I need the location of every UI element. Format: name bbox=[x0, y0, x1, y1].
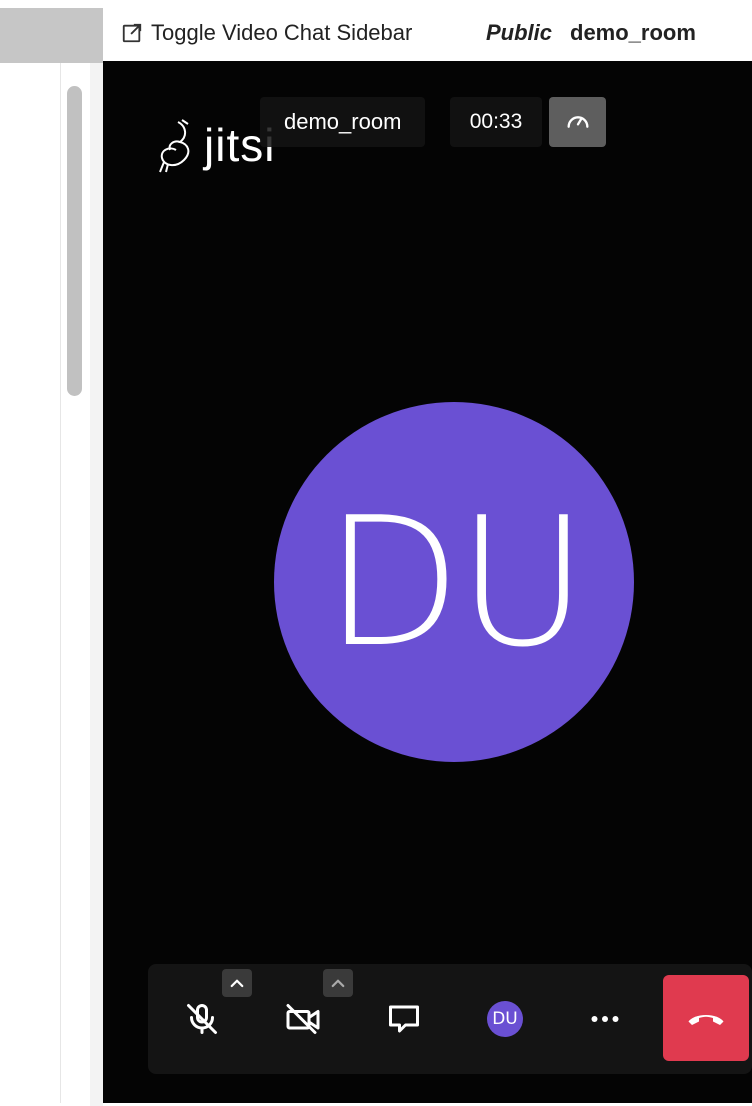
room-privacy-label: Public bbox=[486, 20, 553, 45]
leave-meeting-button[interactable] bbox=[663, 975, 749, 1061]
external-link-icon bbox=[122, 23, 142, 43]
conference-toolbar: DU bbox=[148, 964, 752, 1074]
participant-initials: DU bbox=[324, 478, 587, 686]
subject-name: demo_room bbox=[284, 109, 402, 134]
jitsi-logo-icon bbox=[159, 119, 190, 173]
room-name: demo_room bbox=[570, 20, 696, 45]
video-conference: jitsi demo_room 00:33 DU DU bbox=[103, 61, 752, 1103]
camera-button[interactable] bbox=[273, 986, 333, 1052]
participant-avatar: DU bbox=[274, 402, 634, 762]
more-actions-button[interactable] bbox=[575, 986, 635, 1052]
timer-value: 00:33 bbox=[469, 110, 523, 133]
conference-subject: demo_room bbox=[260, 97, 426, 147]
scrollbar-thumb[interactable] bbox=[67, 86, 82, 396]
jitsi-logo: jitsi bbox=[158, 116, 275, 174]
left-divider-line bbox=[60, 63, 61, 1103]
mic-muted-icon bbox=[187, 1004, 217, 1034]
participants-button[interactable]: DU bbox=[475, 986, 535, 1052]
panel-divider[interactable] bbox=[90, 63, 103, 1106]
chat-icon bbox=[389, 1005, 419, 1033]
avatar-initials: DU bbox=[492, 1009, 518, 1029]
left-panel-header bbox=[0, 8, 103, 63]
chat-button[interactable] bbox=[374, 986, 434, 1052]
left-panel bbox=[0, 0, 103, 1106]
hangup-icon bbox=[688, 1014, 724, 1025]
more-icon bbox=[591, 1016, 619, 1022]
toggle-video-chat-sidebar-button[interactable]: Toggle Video Chat Sidebar bbox=[121, 20, 412, 46]
camera-off-icon bbox=[286, 1004, 320, 1034]
video-chat-topbar: Toggle Video Chat Sidebar Public demo_ro… bbox=[103, 0, 752, 62]
microphone-button[interactable] bbox=[172, 986, 232, 1052]
avatar: DU bbox=[487, 1001, 523, 1037]
speedometer-icon bbox=[567, 116, 588, 128]
connection-stats-button[interactable] bbox=[549, 97, 606, 147]
toggle-sidebar-label: Toggle Video Chat Sidebar bbox=[151, 20, 413, 45]
conference-timer: 00:33 bbox=[450, 97, 542, 147]
